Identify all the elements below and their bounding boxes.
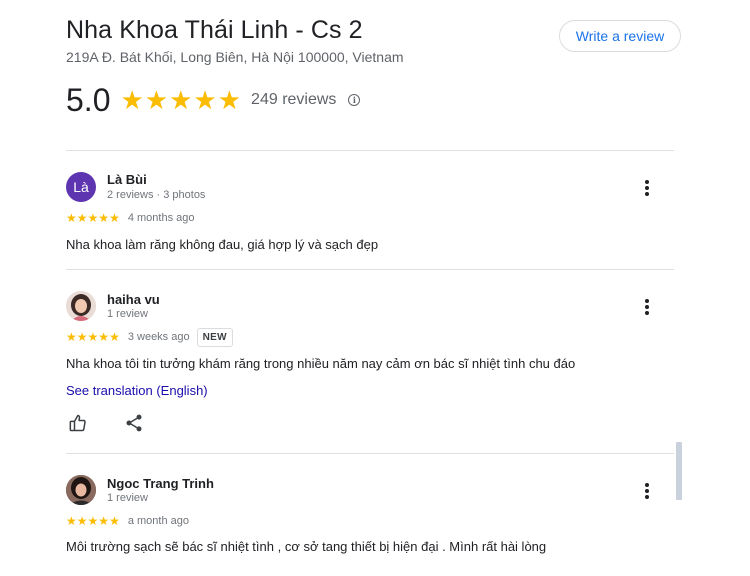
review-date: 3 weeks ago (127, 331, 190, 343)
more-vert-icon[interactable] (640, 178, 654, 198)
star-icon: ★ (120, 85, 144, 115)
review-author-meta[interactable]: 1 review (107, 491, 148, 505)
star-icon: ★ (169, 85, 193, 115)
avatar-photo (66, 291, 96, 321)
review-rating-row: ★ ★ ★ ★ ★ 4 months ago (66, 211, 194, 225)
review-item: Ngoc Trang Trinh 1 review ★ ★ ★ ★ ★ a month … (66, 453, 674, 576)
review-author[interactable]: Ngoc Trang Trinh (107, 476, 214, 492)
avatar[interactable]: Là (66, 172, 96, 202)
more-vert-icon[interactable] (640, 481, 654, 501)
star-icon: ★ (217, 85, 242, 115)
thumbs-up-icon[interactable] (67, 413, 87, 433)
share-icon[interactable] (124, 413, 144, 433)
rating-summary: 5.0 ★ ★ ★ ★ ★ 249 reviews i (66, 80, 361, 120)
review-rating-row: ★ ★ ★ ★ ★ a month ago (66, 514, 189, 528)
review-author-meta[interactable]: 1 review (107, 307, 148, 321)
review-stars: ★ ★ ★ ★ ★ (66, 330, 120, 344)
review-item: Là Là Bùi 2 reviews · 3 photos ★ ★ ★ ★ ★ 4 m… (66, 150, 674, 270)
info-icon[interactable]: i (348, 94, 361, 106)
review-author[interactable]: haiha vu (107, 292, 160, 308)
see-translation-link[interactable]: See translation (English) (66, 383, 208, 398)
review-author[interactable]: Là Bùi (107, 172, 147, 188)
star-icon: ★ (193, 85, 217, 115)
review-rating-row: ★ ★ ★ ★ ★ 3 weeks ago NEW (66, 327, 233, 347)
write-review-button[interactable]: Write a review (559, 20, 681, 52)
review-stars: ★ ★ ★ ★ ★ (66, 514, 120, 528)
review-count[interactable]: 249 reviews (251, 91, 336, 109)
review-text: Nha khoa tôi tin tưởng khám răng trong n… (66, 356, 576, 371)
review-date: a month ago (127, 515, 189, 527)
review-text: Nha khoa làm răng không đau, giá hợp lý … (66, 237, 379, 252)
scrollbar[interactable] (676, 442, 682, 500)
new-badge: NEW (196, 327, 233, 347)
avatar[interactable] (66, 291, 96, 321)
review-text: Môi trường sạch sẽ bác sĩ nhiệt tình , c… (66, 539, 547, 554)
rating-value: 5.0 (66, 82, 111, 118)
review-date: 4 months ago (127, 212, 195, 224)
more-vert-icon[interactable] (640, 297, 654, 317)
star-icon: ★ (144, 85, 169, 115)
avatar[interactable] (66, 475, 96, 505)
avatar-photo (66, 475, 96, 505)
review-item: haiha vu 1 review ★ ★ ★ ★ ★ 3 weeks ago NEW … (66, 269, 674, 454)
review-stars: ★ ★ ★ ★ ★ (66, 211, 120, 225)
rating-stars: ★ ★ ★ ★ ★ (120, 87, 242, 113)
review-author-meta[interactable]: 2 reviews · 3 photos (107, 188, 205, 202)
